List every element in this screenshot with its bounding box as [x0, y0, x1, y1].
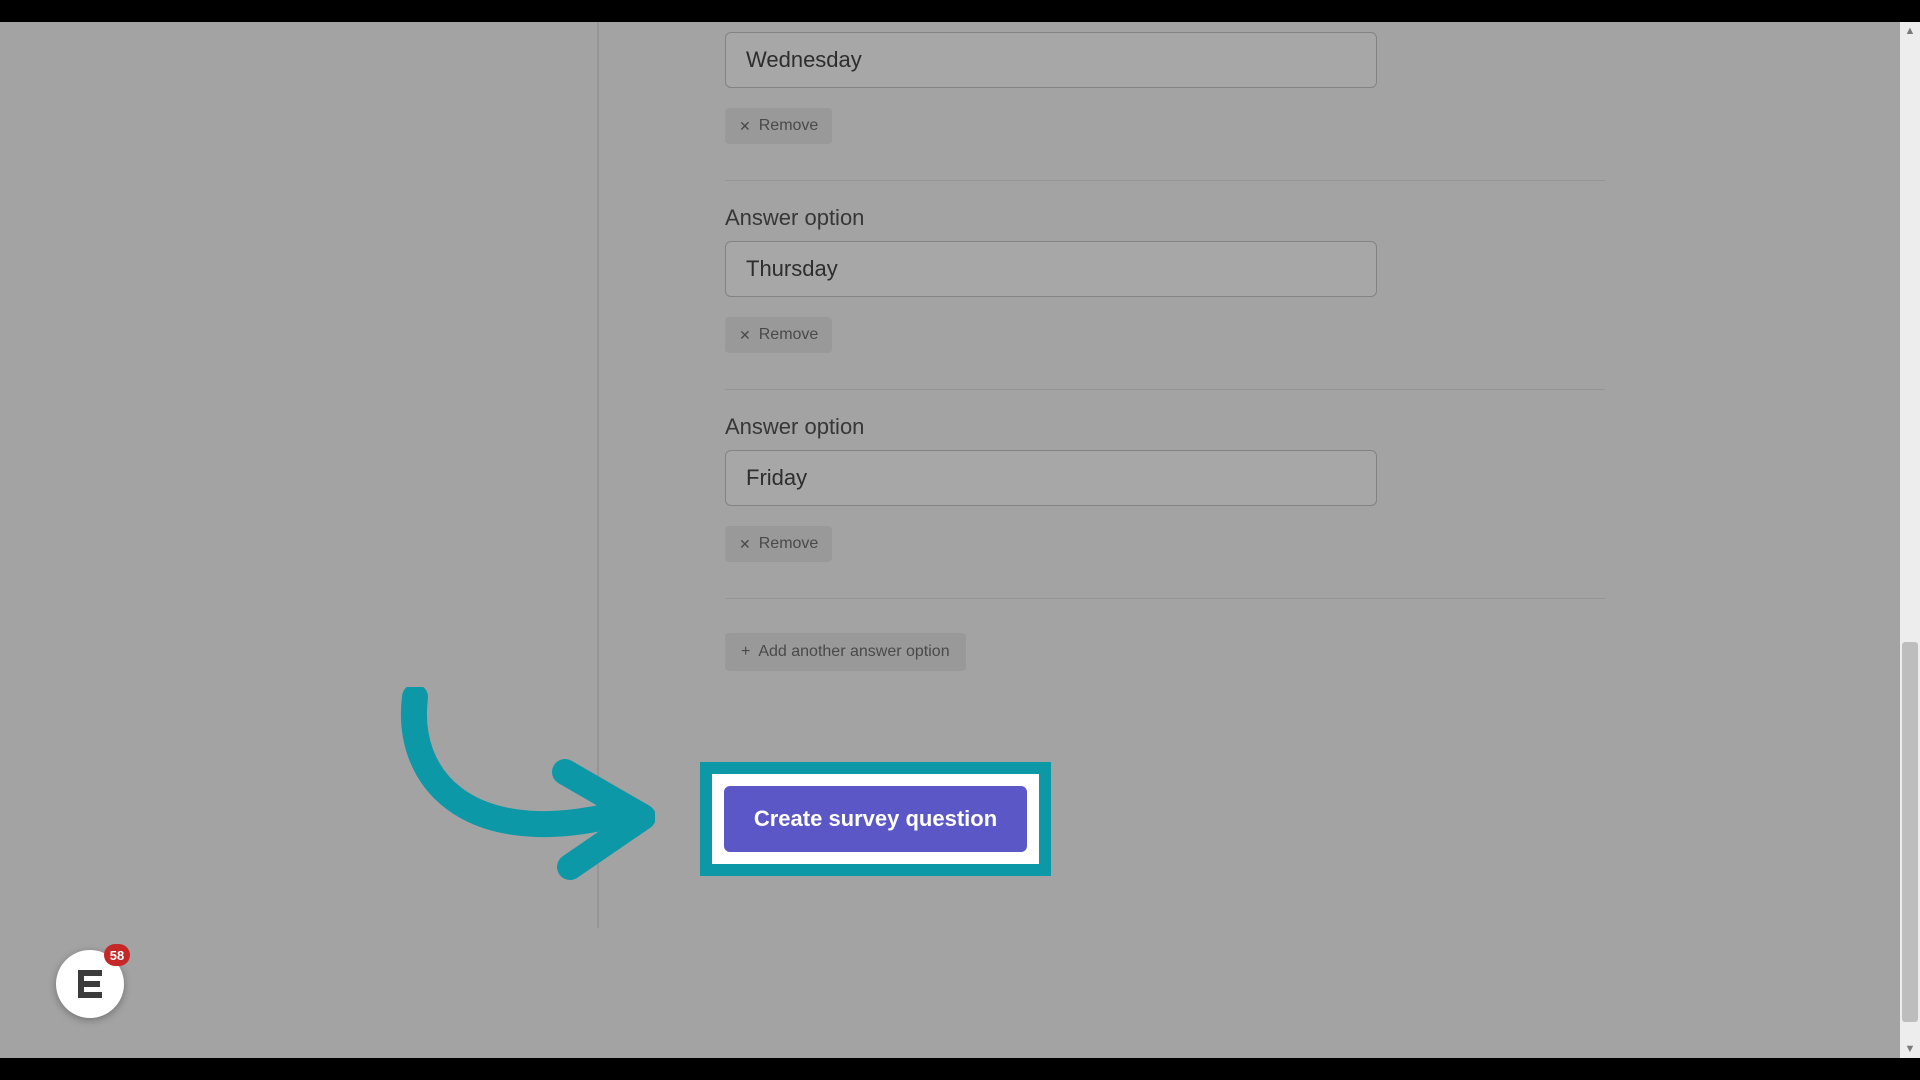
plus-icon: +	[741, 643, 750, 661]
scroll-down-arrow-icon[interactable]: ▼	[1900, 1040, 1920, 1058]
answer-option-label: Answer option	[725, 414, 1605, 440]
answer-option-block: Answer option ✕ Remove	[725, 205, 1605, 390]
close-icon: ✕	[739, 119, 751, 133]
app-stage: ✕ Remove Answer option ✕ Remove Answer o…	[0, 22, 1920, 1058]
help-widget-button[interactable]: 58	[56, 950, 124, 1018]
answer-option-block: ✕ Remove	[725, 22, 1605, 181]
widget-notification-badge: 58	[104, 944, 130, 966]
add-answer-option-button[interactable]: + Add another answer option	[725, 633, 966, 671]
tutorial-highlight-frame: Create survey question	[700, 762, 1051, 876]
remove-label: Remove	[759, 117, 819, 135]
remove-option-button[interactable]: ✕ Remove	[725, 108, 832, 144]
letterbox-top	[0, 0, 1920, 22]
tutorial-arrow-icon	[395, 687, 655, 887]
letterbox-bottom	[0, 1058, 1920, 1080]
close-icon: ✕	[739, 537, 751, 551]
remove-label: Remove	[759, 535, 819, 553]
scroll-up-arrow-icon[interactable]: ▲	[1900, 22, 1920, 40]
survey-options-form: ✕ Remove Answer option ✕ Remove Answer o…	[725, 22, 1605, 711]
remove-option-button[interactable]: ✕ Remove	[725, 526, 832, 562]
create-survey-question-button[interactable]: Create survey question	[724, 786, 1027, 852]
add-answer-option-label: Add another answer option	[758, 643, 949, 661]
answer-option-label: Answer option	[725, 205, 1605, 231]
answer-option-input[interactable]	[725, 241, 1377, 297]
answer-option-input[interactable]	[725, 32, 1377, 88]
answer-option-input[interactable]	[725, 450, 1377, 506]
remove-label: Remove	[759, 326, 819, 344]
remove-option-button[interactable]: ✕ Remove	[725, 317, 832, 353]
scroll-thumb[interactable]	[1902, 642, 1918, 1022]
widget-logo-icon	[70, 964, 110, 1004]
close-icon: ✕	[739, 328, 751, 342]
answer-option-block: Answer option ✕ Remove	[725, 414, 1605, 599]
vertical-scrollbar[interactable]: ▲ ▼	[1900, 22, 1920, 1058]
